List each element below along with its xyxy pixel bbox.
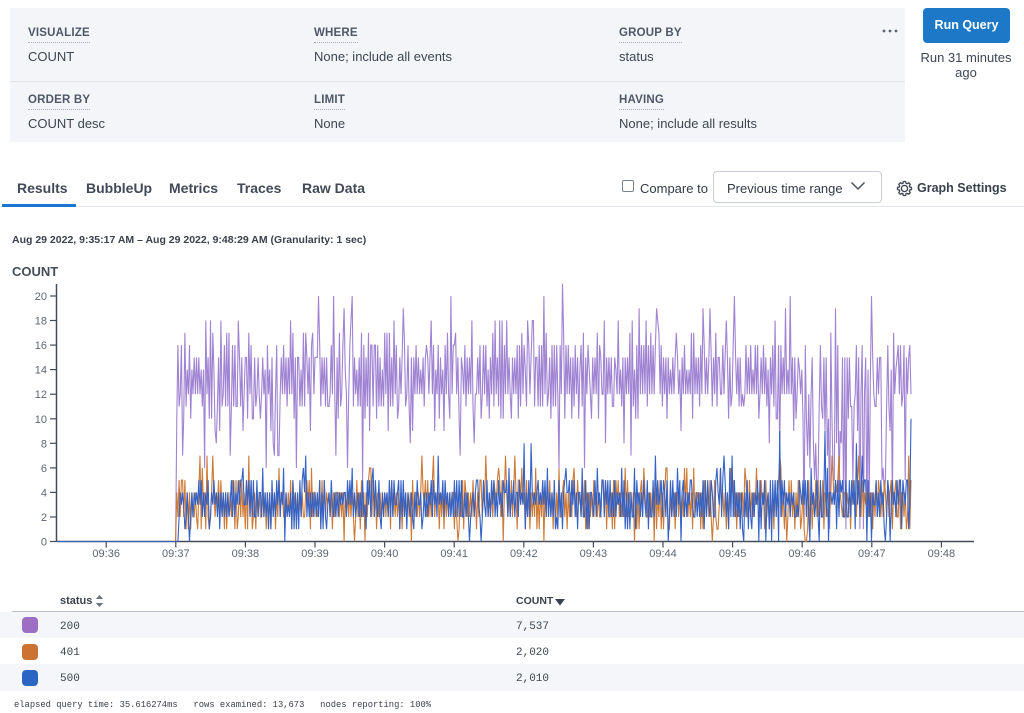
svg-text:2: 2 <box>41 512 47 524</box>
svg-text:09:38: 09:38 <box>232 548 260 560</box>
svg-text:10: 10 <box>35 414 47 426</box>
svg-text:12: 12 <box>35 389 47 401</box>
svg-text:09:40: 09:40 <box>371 548 399 560</box>
svg-text:09:36: 09:36 <box>92 548 120 560</box>
svg-text:6: 6 <box>41 463 47 475</box>
svg-text:09:39: 09:39 <box>301 548 329 560</box>
svg-text:20: 20 <box>35 291 47 303</box>
svg-text:09:46: 09:46 <box>788 548 816 560</box>
svg-text:09:44: 09:44 <box>649 548 677 560</box>
svg-text:09:37: 09:37 <box>162 548 190 560</box>
svg-text:16: 16 <box>35 340 47 352</box>
svg-text:0: 0 <box>41 537 47 549</box>
svg-text:14: 14 <box>35 365 47 377</box>
svg-text:09:47: 09:47 <box>858 548 886 560</box>
svg-text:8: 8 <box>41 438 47 450</box>
svg-text:09:41: 09:41 <box>440 548 468 560</box>
svg-text:09:45: 09:45 <box>719 548 747 560</box>
svg-text:18: 18 <box>35 316 47 328</box>
svg-text:09:43: 09:43 <box>580 548 608 560</box>
svg-text:09:42: 09:42 <box>510 548 538 560</box>
svg-text:09:48: 09:48 <box>928 548 956 560</box>
svg-text:4: 4 <box>41 487 47 499</box>
